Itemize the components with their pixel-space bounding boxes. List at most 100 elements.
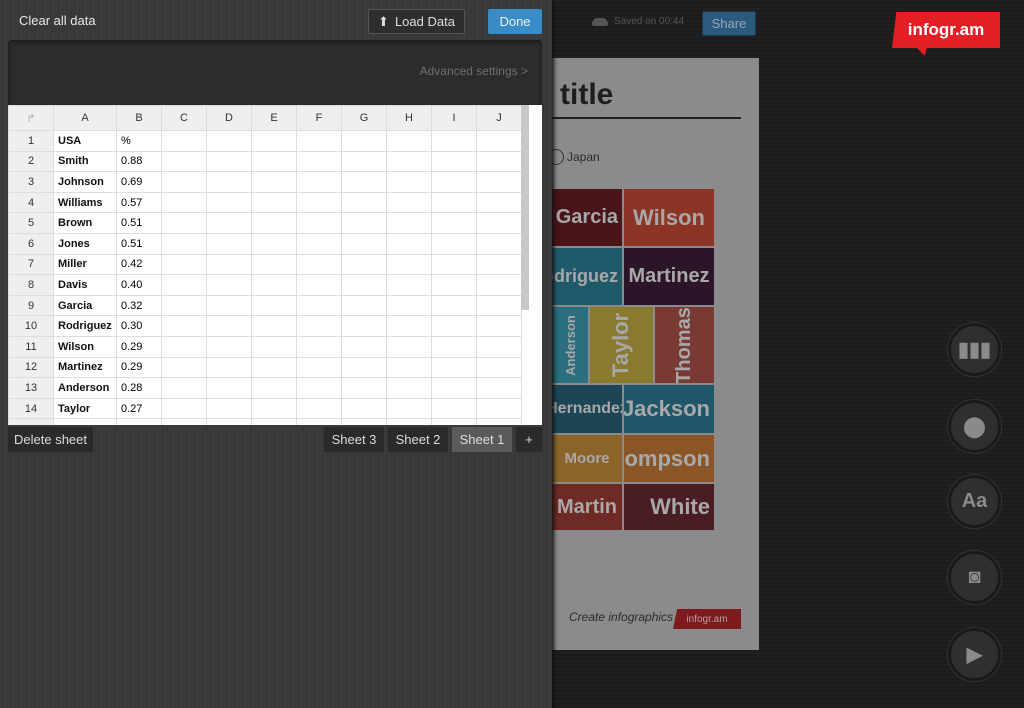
scrollbar[interactable] (521, 105, 529, 310)
row-number[interactable]: 1 (8, 130, 54, 152)
cell[interactable] (161, 171, 207, 193)
cell[interactable] (431, 150, 477, 173)
cell[interactable]: 0.29 (116, 335, 162, 358)
cell[interactable] (476, 130, 522, 152)
share-button[interactable]: Share (702, 11, 756, 36)
cell[interactable] (386, 397, 432, 420)
cell[interactable]: Smith (53, 150, 117, 173)
cell[interactable]: 0.32 (116, 294, 162, 317)
cell[interactable] (341, 150, 387, 173)
cell[interactable] (206, 418, 252, 425)
row-number[interactable]: 5 (8, 212, 54, 234)
cell[interactable]: 0.57 (116, 191, 162, 214)
cell[interactable] (386, 191, 432, 214)
cell[interactable] (476, 397, 522, 420)
cell[interactable] (296, 274, 342, 296)
cell[interactable] (251, 315, 297, 337)
cell[interactable] (296, 191, 342, 214)
cell[interactable] (341, 356, 387, 379)
cell[interactable]: Miller (53, 253, 117, 276)
cell[interactable]: Brown (53, 212, 117, 234)
cell[interactable] (386, 171, 432, 193)
cell[interactable] (386, 294, 432, 317)
cell[interactable] (206, 397, 252, 420)
cell[interactable] (341, 191, 387, 214)
cell[interactable] (206, 294, 252, 317)
cell[interactable] (206, 191, 252, 214)
cell[interactable] (296, 418, 342, 425)
cell[interactable] (206, 171, 252, 193)
row-number[interactable]: 8 (8, 274, 54, 296)
cell[interactable] (251, 191, 297, 214)
cell[interactable] (161, 212, 207, 234)
column-header[interactable]: A (53, 105, 117, 131)
cell[interactable] (386, 150, 432, 173)
cell[interactable] (206, 212, 252, 234)
cell[interactable] (476, 315, 522, 337)
tile-martin[interactable]: Martin (552, 484, 622, 530)
clear-all-data-button[interactable]: Clear all data (19, 13, 96, 28)
cell[interactable] (161, 377, 207, 399)
infogram-logo[interactable]: infogr.am (892, 12, 1000, 48)
cell[interactable] (206, 253, 252, 276)
column-header[interactable]: E (251, 105, 297, 131)
cell[interactable] (296, 150, 342, 173)
cell[interactable] (341, 418, 387, 425)
row-number[interactable] (8, 418, 54, 425)
cell[interactable] (341, 397, 387, 420)
cell[interactable] (53, 418, 117, 425)
tab-sheet-1[interactable]: Sheet 1 (452, 427, 512, 452)
cell[interactable] (206, 232, 252, 255)
cell[interactable]: Johnson (53, 171, 117, 193)
column-header[interactable]: F (296, 105, 342, 131)
cell[interactable] (116, 418, 162, 425)
chart-tool-button[interactable]: ▮▮▮ (948, 323, 1001, 376)
cell[interactable]: 0.88 (116, 150, 162, 173)
cell[interactable] (161, 294, 207, 317)
cell[interactable]: % (116, 130, 162, 152)
column-header[interactable]: C (161, 105, 207, 131)
cell[interactable] (296, 335, 342, 358)
cell[interactable] (161, 130, 207, 152)
cell[interactable] (206, 274, 252, 296)
cell[interactable]: Anderson (53, 377, 117, 399)
row-number[interactable]: 3 (8, 171, 54, 193)
column-header[interactable]: B (116, 105, 162, 131)
cell[interactable] (251, 335, 297, 358)
tile-white[interactable]: White (624, 484, 714, 530)
cell[interactable] (296, 171, 342, 193)
cell[interactable] (386, 212, 432, 234)
cell[interactable]: Garcia (53, 294, 117, 317)
tile-taylor[interactable]: Taylor (590, 307, 653, 383)
cell[interactable]: 0.51 (116, 212, 162, 234)
tile-thomas[interactable]: Thomas (655, 307, 714, 383)
cell[interactable] (251, 418, 297, 425)
cell[interactable] (476, 418, 522, 425)
cell[interactable] (341, 171, 387, 193)
cell[interactable] (161, 418, 207, 425)
cell[interactable] (341, 253, 387, 276)
cell[interactable] (296, 212, 342, 234)
cell[interactable] (161, 356, 207, 379)
done-button[interactable]: Done (488, 9, 542, 34)
cell[interactable] (431, 130, 477, 152)
column-header[interactable]: H (386, 105, 432, 131)
video-tool-button[interactable]: ▶ (948, 628, 1001, 681)
cell[interactable]: 0.42 (116, 253, 162, 276)
cell[interactable] (341, 130, 387, 152)
cell[interactable] (206, 335, 252, 358)
cell[interactable] (386, 418, 432, 425)
tile-moore[interactable]: Moore (552, 435, 622, 482)
column-header[interactable]: J (476, 105, 522, 131)
cell[interactable] (296, 294, 342, 317)
row-number[interactable]: 13 (8, 377, 54, 399)
cell[interactable] (161, 335, 207, 358)
cell[interactable]: Jones (53, 232, 117, 255)
tab-sheet-2[interactable]: Sheet 2 (388, 427, 448, 452)
row-number[interactable]: 10 (8, 315, 54, 337)
cell[interactable] (476, 274, 522, 296)
cell[interactable] (386, 335, 432, 358)
row-number[interactable]: 11 (8, 335, 54, 358)
cell[interactable] (161, 253, 207, 276)
advanced-settings-link[interactable]: Advanced settings > (420, 64, 528, 78)
